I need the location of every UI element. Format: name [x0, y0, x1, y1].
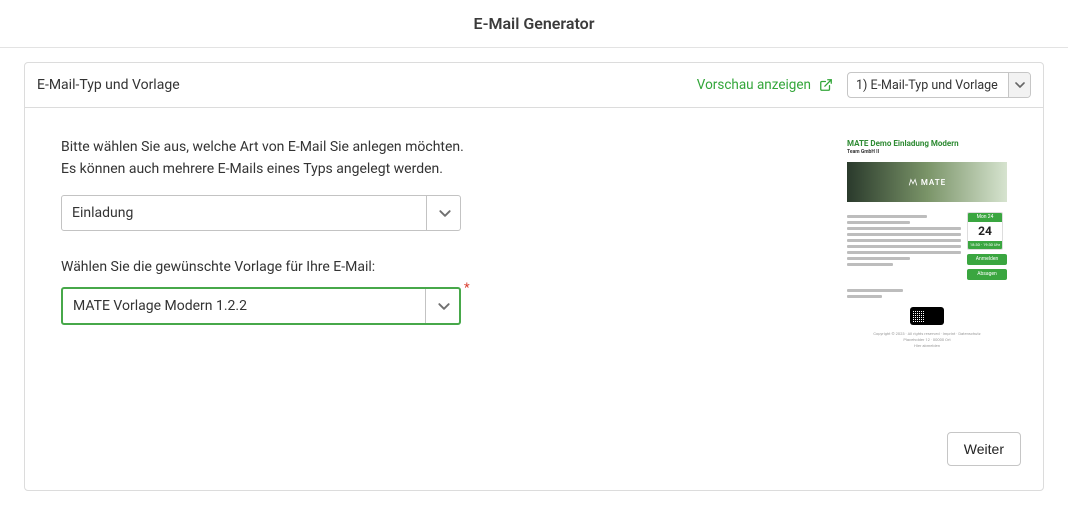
card-body: Bitte wählen Sie aus, welche Art von E-M…: [25, 108, 1043, 418]
email-type-select[interactable]: Einladung: [61, 195, 461, 231]
thumb-btn2: Absagen: [967, 269, 1007, 280]
chevron-down-icon: [1015, 82, 1025, 88]
thumb-title: MATE Demo Einladung Modern: [847, 138, 1007, 149]
template-preview-thumbnail: MATE Demo Einladung Modern Team GmbH II …: [847, 136, 1007, 404]
email-type-toggle[interactable]: [426, 196, 460, 230]
thumb-footer: Copyright © 2023 · All rights reserved ·…: [847, 331, 1007, 350]
thumb-banner: MATE: [847, 162, 1007, 202]
email-generator-card: E-Mail-Typ und Vorlage Vorschau anzeigen…: [24, 62, 1044, 491]
chevron-down-icon: [438, 303, 448, 309]
thumb-logo-text: MATE: [921, 177, 946, 188]
email-type-value: Einladung: [62, 196, 426, 230]
thumb-body-text: [847, 212, 961, 279]
thumb-date-widget: Mon 24 24 18:30 - 19:30 Uhr: [967, 212, 1003, 249]
template-label: Wählen Sie die gewünschte Vorlage für Ih…: [61, 259, 777, 275]
preview-link[interactable]: Vorschau anzeigen: [697, 77, 833, 93]
page-title: E-Mail Generator: [0, 0, 1068, 47]
panel-heading: E-Mail-Typ und Vorlage: [37, 77, 683, 93]
intro-line-2: Es können auch mehrere E-Mails eines Typ…: [61, 158, 777, 180]
template-select[interactable]: MATE Vorlage Modern 1.2.2: [61, 287, 461, 325]
card-footer: Weiter: [25, 418, 1043, 490]
template-value: MATE Vorlage Modern 1.2.2: [63, 289, 425, 323]
thumb-day-number: 24: [968, 222, 1002, 241]
card-header: E-Mail-Typ und Vorlage Vorschau anzeigen…: [25, 63, 1043, 108]
next-button[interactable]: Weiter: [947, 432, 1021, 466]
external-link-icon: [819, 78, 833, 92]
thumb-logo: MATE: [908, 177, 946, 188]
chevron-down-icon: [439, 210, 449, 216]
thumb-btn1: Anmelden: [967, 254, 1007, 265]
step-select[interactable]: 1) E-Mail-Typ und Vorlage: [847, 72, 1031, 98]
divider: [0, 47, 1068, 48]
intro-text: Bitte wählen Sie aus, welche Art von E-M…: [61, 136, 777, 181]
thumb-subtitle: Team GmbH II: [847, 149, 1007, 156]
step-select-toggle[interactable]: [1008, 73, 1030, 97]
required-indicator: *: [464, 281, 470, 296]
template-toggle[interactable]: [425, 289, 459, 323]
preview-link-label: Vorschau anzeigen: [697, 77, 811, 93]
form-column: Bitte wählen Sie aus, welche Art von E-M…: [61, 136, 777, 404]
step-select-value: 1) E-Mail-Typ und Vorlage: [848, 73, 1008, 97]
thumb-bottom-text: [847, 286, 917, 301]
preview-column: MATE Demo Einladung Modern Team GmbH II …: [807, 136, 1007, 404]
thumb-qr-badge: [910, 307, 944, 325]
intro-line-1: Bitte wählen Sie aus, welche Art von E-M…: [61, 136, 777, 158]
